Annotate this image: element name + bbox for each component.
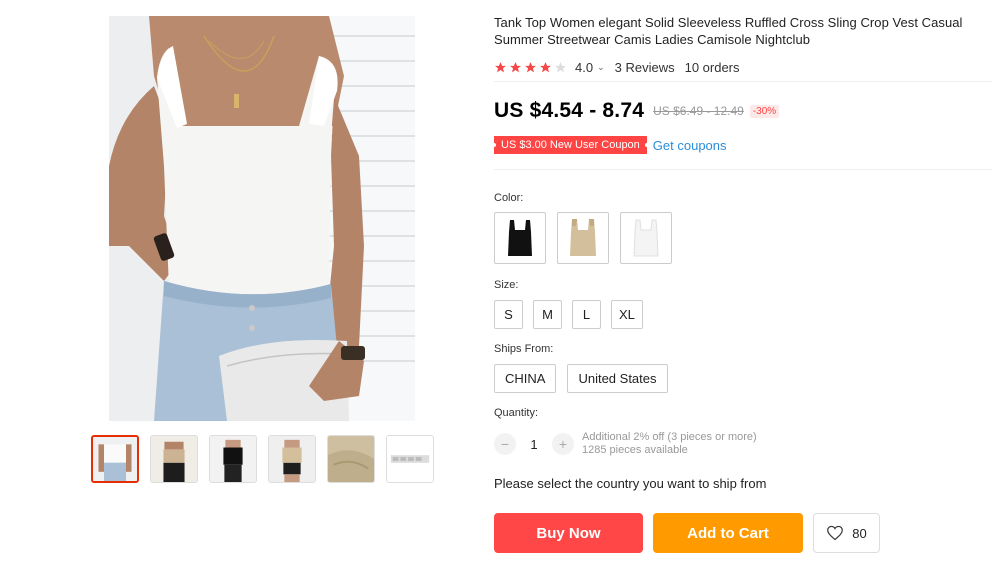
buy-now-button[interactable]: Buy Now — [494, 513, 643, 553]
ship-country-note: Please select the country you want to sh… — [494, 476, 767, 491]
size-option-m[interactable]: M — [533, 300, 562, 329]
size-option-s[interactable]: S — [494, 300, 523, 329]
size-option-l[interactable]: L — [572, 300, 601, 329]
stock-available: 1285 pieces available — [582, 444, 688, 456]
thumbnail-2[interactable] — [150, 435, 198, 483]
ships-from-china[interactable]: CHINA — [494, 364, 557, 393]
white-tank-swatch[interactable] — [620, 212, 672, 264]
black-tank-swatch[interactable] — [494, 212, 546, 264]
quantity-increase-button[interactable]: + — [552, 433, 574, 455]
ships-from-options: CHINA United States — [494, 364, 668, 393]
khaki-tank-swatch[interactable] — [557, 212, 609, 264]
quantity-value[interactable]: 1 — [516, 437, 552, 452]
wishlist-count: 80 — [852, 525, 867, 541]
ships-from-label: Ships From: — [494, 343, 554, 355]
add-to-cart-button[interactable]: Add to Cart — [653, 513, 803, 553]
thumbnail-1[interactable] — [91, 435, 139, 483]
thumbnail-strip — [91, 435, 434, 483]
color-swatches — [494, 212, 672, 264]
color-label: Color: — [494, 192, 524, 204]
quantity-stepper: − 1 + Additional 2% off (3 pieces or mor… — [494, 431, 757, 457]
thumbnail-4[interactable] — [268, 435, 316, 483]
action-buttons: Buy Now Add to Cart 80 — [494, 513, 880, 553]
ships-from-united-states[interactable]: United States — [567, 364, 668, 393]
main-product-image[interactable] — [109, 16, 415, 421]
options-panel: Color: Size: S M L XL Ships From: CHINA … — [494, 0, 992, 574]
quantity-decrease-button[interactable]: − — [494, 433, 516, 455]
quantity-label: Quantity: — [494, 407, 539, 419]
thumbnail-5[interactable] — [327, 435, 375, 483]
wishlist-button[interactable]: 80 — [813, 513, 880, 553]
thumbnail-6[interactable] — [386, 435, 434, 483]
size-option-xl[interactable]: XL — [611, 300, 643, 329]
thumbnail-3[interactable] — [209, 435, 257, 483]
size-label: Size: — [494, 279, 519, 291]
bulk-discount-note: Additional 2% off (3 pieces or more) — [582, 431, 757, 443]
quantity-note: Additional 2% off (3 pieces or more) 128… — [582, 431, 757, 457]
heart-icon — [827, 525, 844, 541]
size-options: S M L XL — [494, 300, 643, 329]
